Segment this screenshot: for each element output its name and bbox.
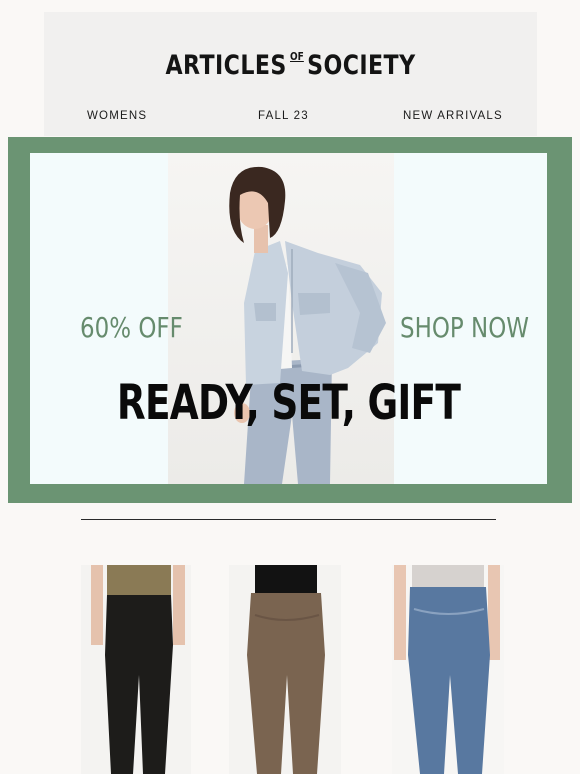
product-image-blue-jeans <box>394 565 500 774</box>
top-navigation: WOMENS FALL 23 NEW ARRIVALS <box>44 110 537 126</box>
hero-inner-panel: 60% OFF SHOP NOW READY, SET, GIFT <box>30 153 547 484</box>
discount-label: 60% OFF <box>80 311 183 344</box>
product-card-blue-jeans[interactable] <box>392 565 504 774</box>
shop-now-link[interactable]: SHOP NOW <box>400 311 529 344</box>
logo-word-society: SOCIETY <box>307 50 416 81</box>
brand-logo[interactable]: ARTICLES OF SOCIETY <box>88 50 492 81</box>
email-header: ARTICLES OF SOCIETY WOMENS FALL 23 NEW ARR… <box>44 12 537 136</box>
product-image-brown-jeans <box>247 565 325 774</box>
nav-link-new-arrivals[interactable]: NEW ARRIVALS <box>403 110 503 122</box>
hero-headline: READY, SET, GIFT <box>116 375 461 431</box>
logo-word-articles: ARTICLES <box>165 50 287 81</box>
product-image-black-jeans <box>91 565 185 774</box>
logo-word-of: OF <box>290 50 304 63</box>
product-card-brown-jeans[interactable] <box>229 565 341 774</box>
nav-link-fall-23[interactable]: FALL 23 <box>258 110 309 122</box>
section-divider <box>81 519 496 520</box>
product-card-black-jeans[interactable] <box>81 565 191 774</box>
hero-banner[interactable]: 60% OFF SHOP NOW READY, SET, GIFT <box>8 137 572 503</box>
nav-link-womens[interactable]: WOMENS <box>87 110 147 122</box>
